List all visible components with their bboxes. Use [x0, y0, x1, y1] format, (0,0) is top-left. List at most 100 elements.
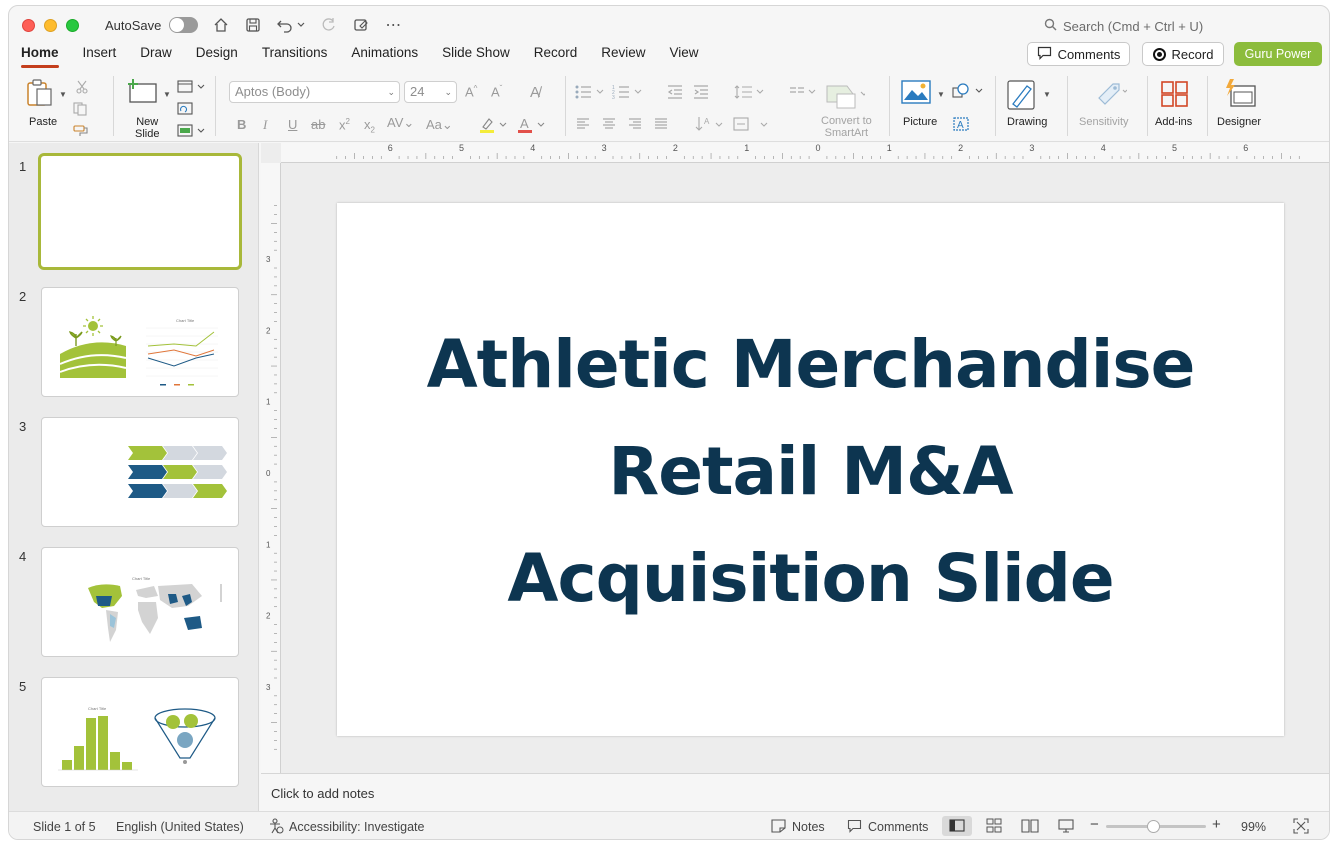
zoom-out-icon[interactable]: − — [1090, 816, 1099, 833]
layout-icon[interactable] — [177, 80, 205, 99]
columns-icon[interactable] — [789, 84, 817, 105]
search-box[interactable]: Search (Cmd + Ctrl + U) — [1044, 18, 1203, 34]
justify-icon[interactable] — [654, 117, 668, 136]
record-button[interactable]: Record — [1142, 42, 1224, 66]
align-text-icon[interactable] — [733, 115, 773, 138]
accessibility-status[interactable]: Accessibility: Investigate — [289, 820, 424, 834]
comments-button[interactable]: Comments — [1027, 42, 1130, 66]
align-right-icon[interactable] — [628, 117, 642, 136]
increase-indent-icon[interactable] — [693, 84, 709, 105]
slide-thumbnail-panel[interactable]: 1 2 Chart Title 3 4 Chart Title 5 Chart … — [9, 143, 259, 811]
slide-title[interactable]: Athletic Merchandise Retail M&A Acquisit… — [337, 311, 1284, 632]
more-options-icon[interactable]: ⋯ — [384, 16, 402, 34]
superscript-icon[interactable]: x2 — [339, 117, 350, 132]
slide-sorter-view-icon[interactable] — [986, 818, 1002, 837]
tab-home[interactable]: Home — [21, 44, 59, 70]
picture-dropdown-icon[interactable]: ▼ — [937, 90, 945, 99]
text-direction-icon[interactable]: A — [695, 115, 725, 138]
drawing-dropdown-icon[interactable]: ▼ — [1043, 90, 1051, 99]
zoom-slider[interactable] — [1106, 820, 1206, 833]
format-painter-icon[interactable] — [73, 124, 89, 142]
tab-draw[interactable]: Draw — [140, 44, 172, 70]
underline-icon[interactable]: U — [288, 117, 297, 132]
clear-formatting-icon[interactable]: A̸ — [530, 84, 540, 101]
bold-icon[interactable]: B — [237, 117, 246, 132]
undo-dropdown-icon[interactable] — [296, 16, 306, 34]
tab-transitions[interactable]: Transitions — [262, 44, 328, 70]
tab-record[interactable]: Record — [534, 44, 578, 70]
sensitivity-button[interactable]: Sensitivity — [1077, 78, 1141, 138]
reading-view-icon[interactable] — [1021, 818, 1039, 837]
fit-to-window-icon[interactable] — [1293, 818, 1309, 837]
redo-icon[interactable] — [320, 16, 338, 34]
tab-view[interactable]: View — [670, 44, 699, 70]
numbering-icon[interactable]: 123 — [612, 84, 644, 105]
language-indicator[interactable]: English (United States) — [116, 820, 244, 834]
close-window-button[interactable] — [22, 18, 35, 32]
accessibility-icon[interactable] — [269, 818, 284, 837]
slide-canvas[interactable]: Athletic Merchandise Retail M&A Acquisit… — [337, 203, 1284, 736]
subscript-icon[interactable]: x2 — [364, 117, 375, 135]
cut-icon[interactable] — [75, 80, 89, 99]
comments-toggle[interactable]: Comments — [868, 820, 928, 834]
change-case-icon[interactable]: Aa⌄ — [426, 117, 453, 133]
paste-dropdown-icon[interactable]: ▼ — [59, 90, 67, 99]
new-slide-dropdown-icon[interactable]: ▼ — [163, 90, 171, 99]
tab-review[interactable]: Review — [601, 44, 645, 70]
minimize-window-button[interactable] — [44, 18, 57, 32]
shapes-icon[interactable] — [952, 82, 986, 105]
zoom-slider-handle[interactable] — [1147, 820, 1160, 833]
tab-design[interactable]: Design — [196, 44, 238, 70]
align-center-icon[interactable] — [602, 117, 616, 136]
notes-toggle[interactable]: Notes — [792, 820, 825, 834]
increase-font-size-icon[interactable]: A^ — [465, 84, 477, 99]
font-name-select[interactable]: Aptos (Body) ⌄ — [229, 81, 400, 103]
tab-insert[interactable]: Insert — [83, 44, 117, 70]
designer-button[interactable]: Designer — [1215, 76, 1267, 138]
slide-editing-area[interactable]: 6 5 4 3 2 1 0 1 2 3 4 5 6 3 2 1 0 1 2 3 Athletic Merchandi… — [261, 143, 1329, 773]
maximize-window-button[interactable] — [66, 18, 79, 32]
slide-thumbnail-4[interactable]: Chart Title — [41, 547, 239, 657]
notes-pane[interactable]: Click to add notes — [261, 773, 1329, 811]
bullets-icon[interactable] — [574, 84, 606, 105]
new-slide-button[interactable]: New Slide — [125, 76, 169, 140]
slide-thumbnail-2[interactable]: Chart Title — [41, 287, 239, 397]
guru-power-button[interactable]: Guru Power — [1234, 42, 1322, 66]
zoom-in-icon[interactable]: + — [1212, 816, 1221, 833]
font-color-icon[interactable]: A — [517, 116, 547, 139]
character-spacing-icon[interactable]: AV⌄ — [387, 115, 414, 131]
highlight-icon[interactable] — [479, 116, 509, 139]
present-from-start-icon[interactable] — [352, 16, 370, 34]
section-icon[interactable] — [177, 124, 205, 143]
reset-slide-icon[interactable] — [177, 102, 193, 121]
slide-show-view-icon[interactable] — [1058, 818, 1074, 837]
zoom-level[interactable]: 99% — [1241, 820, 1266, 834]
decrease-font-size-icon[interactable]: Aˇ — [491, 84, 502, 99]
align-left-icon[interactable] — [576, 117, 590, 136]
copy-icon[interactable] — [73, 102, 89, 121]
slide-thumbnail-3[interactable] — [41, 417, 239, 527]
text-box-icon[interactable]: A — [952, 116, 970, 137]
font-size-select[interactable]: 24 ⌄ — [404, 81, 457, 103]
picture-button[interactable]: Picture — [899, 78, 943, 138]
save-icon[interactable] — [244, 16, 262, 34]
tab-slide-show[interactable]: Slide Show — [442, 44, 510, 70]
paste-button[interactable]: Paste — [23, 76, 63, 128]
comments-status-icon[interactable] — [847, 819, 862, 836]
decrease-indent-icon[interactable] — [667, 84, 683, 105]
slide-thumbnail-5[interactable]: Chart Title — [41, 677, 239, 787]
ruler-tick-label: 2 — [266, 612, 271, 621]
line-spacing-icon[interactable] — [734, 84, 766, 105]
drawing-button[interactable]: Drawing — [1005, 78, 1053, 138]
convert-to-smartart-button[interactable]: Convert to SmartArt — [819, 80, 879, 140]
normal-view-button[interactable] — [942, 816, 972, 836]
tab-animations[interactable]: Animations — [351, 44, 418, 70]
autosave-toggle[interactable] — [169, 17, 199, 33]
undo-icon[interactable] — [276, 16, 294, 34]
add-ins-button[interactable]: Add-ins — [1153, 78, 1197, 138]
home-icon[interactable] — [212, 16, 230, 34]
notes-icon[interactable] — [771, 819, 786, 836]
italic-icon[interactable]: I — [263, 117, 267, 133]
strikethrough-icon[interactable]: ab — [311, 117, 325, 132]
slide-thumbnail-1[interactable] — [38, 153, 242, 270]
